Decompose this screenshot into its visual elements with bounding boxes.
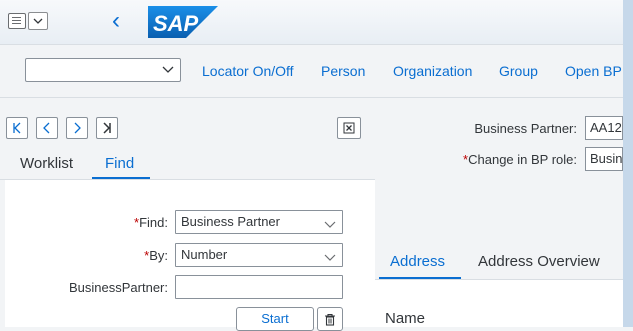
name-section-title: Name — [385, 310, 426, 327]
first-icon — [13, 122, 21, 134]
first-record-button[interactable] — [6, 117, 28, 139]
previous-icon — [43, 122, 50, 134]
bp-role-label: *Change in BP role: — [463, 152, 577, 167]
close-locator-button[interactable] — [337, 117, 361, 139]
by-select[interactable]: Number — [175, 243, 343, 267]
by-label: *By: — [144, 248, 168, 263]
last-icon — [103, 122, 111, 134]
toolbar-link-locator[interactable]: Locator On/Off — [202, 63, 294, 79]
menu-button[interactable] — [8, 11, 50, 31]
last-record-button[interactable] — [96, 117, 118, 139]
bp-role-field[interactable]: Busin — [585, 147, 623, 171]
bp-label: Business Partner: — [474, 121, 577, 136]
menu-icon — [8, 13, 26, 29]
chevron-down-icon — [324, 215, 336, 237]
toolbar-select[interactable] — [25, 58, 181, 82]
chevron-down-icon — [161, 62, 175, 79]
clear-button[interactable] — [317, 307, 343, 331]
trash-icon — [325, 313, 335, 326]
chevron-down-icon — [28, 12, 48, 30]
next-record-button[interactable] — [66, 117, 88, 139]
close-icon — [343, 122, 355, 134]
toolbar-link-open-bp[interactable]: Open BP — [565, 63, 622, 79]
tab-address-overview[interactable]: Address Overview — [478, 253, 600, 270]
business-partner-input[interactable] — [175, 275, 343, 299]
scrollbar-strip[interactable] — [623, 0, 633, 327]
toolbar-link-person[interactable]: Person — [321, 63, 365, 79]
bp-number-field[interactable]: AA12 — [585, 116, 623, 140]
start-button[interactable]: Start — [236, 307, 314, 331]
shell-header — [0, 0, 633, 45]
chevron-down-icon — [324, 248, 336, 270]
toolbar-link-organization[interactable]: Organization — [393, 63, 472, 79]
chevron-left-icon: ‹ — [112, 7, 120, 34]
toolbar-link-group[interactable]: Group — [499, 63, 538, 79]
tab-address[interactable]: Address — [390, 253, 445, 270]
find-select[interactable]: Business Partner — [175, 210, 343, 234]
back-button[interactable]: ‹ — [106, 9, 126, 33]
tab-find[interactable]: Find — [105, 155, 134, 172]
previous-record-button[interactable] — [36, 117, 58, 139]
find-label: *Find: — [134, 215, 168, 230]
sap-logo: SAP — [148, 6, 218, 38]
sap-logo-text: SAP — [153, 11, 199, 36]
tab-worklist[interactable]: Worklist — [20, 155, 73, 172]
business-partner-label: BusinessPartner: — [69, 280, 168, 295]
next-icon — [74, 122, 81, 134]
